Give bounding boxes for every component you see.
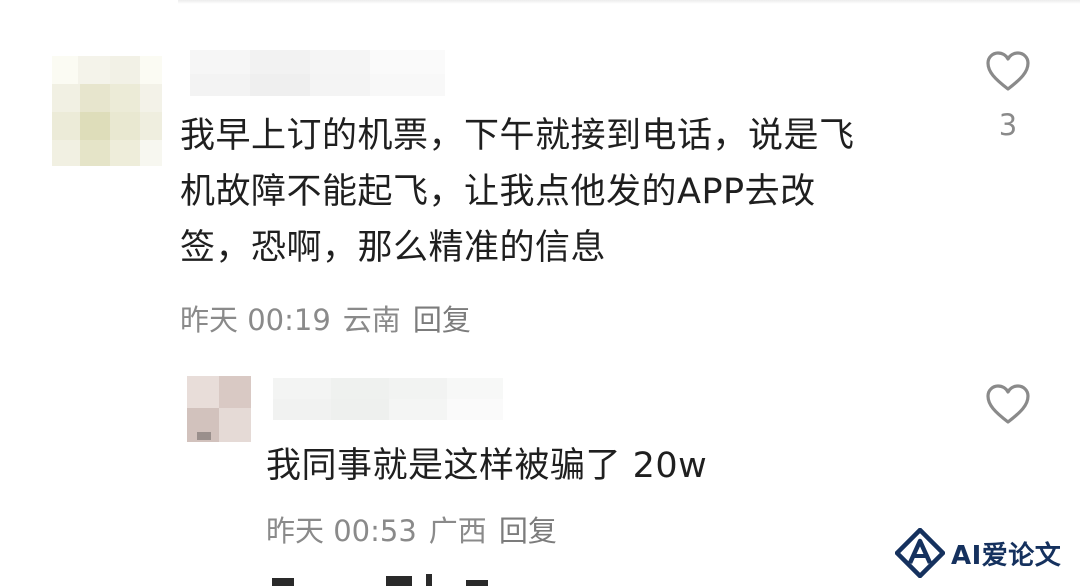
- heart-icon: [986, 51, 1030, 91]
- watermark: AI爱论文: [895, 525, 1061, 581]
- comment-location: 广西: [428, 514, 487, 548]
- like-button[interactable]: [982, 383, 1034, 425]
- comment-text: 我早上订的机票，下午就接到电话，说是飞 机故障不能起飞，让我点他发的APP去改 …: [180, 108, 940, 276]
- comment-meta: 昨天 00:53 广西 回复: [266, 508, 557, 550]
- watermark-text: AI爱论文: [951, 540, 1062, 571]
- like-count: 3: [998, 108, 1018, 142]
- previous-comment-edge: [178, 0, 1080, 4]
- username[interactable]: [190, 50, 445, 100]
- comment-location: 云南: [342, 303, 401, 337]
- truncated-comment-text: [272, 574, 488, 586]
- avatar[interactable]: [187, 376, 251, 442]
- comment-time: 昨天 00:53: [266, 514, 417, 548]
- username[interactable]: [273, 378, 503, 420]
- reply-button[interactable]: 回复: [413, 297, 471, 339]
- reply-button[interactable]: 回复: [499, 508, 557, 550]
- comment-line: 签，恐啊，那么精准的信息: [180, 228, 607, 268]
- comment-time: 昨天 00:19: [180, 303, 331, 337]
- like-button[interactable]: 3: [982, 50, 1034, 142]
- heart-icon: [986, 384, 1030, 424]
- comment-text: 我同事就是这样被骗了 20w: [266, 446, 708, 486]
- comment-line: 我早上订的机票，下午就接到电话，说是飞: [180, 116, 855, 156]
- comment-line: 机故障不能起飞，让我点他发的APP去改: [180, 172, 816, 212]
- logo-icon: [895, 528, 945, 578]
- avatar[interactable]: [52, 56, 162, 166]
- comment-meta: 昨天 00:19 云南 回复: [180, 297, 471, 339]
